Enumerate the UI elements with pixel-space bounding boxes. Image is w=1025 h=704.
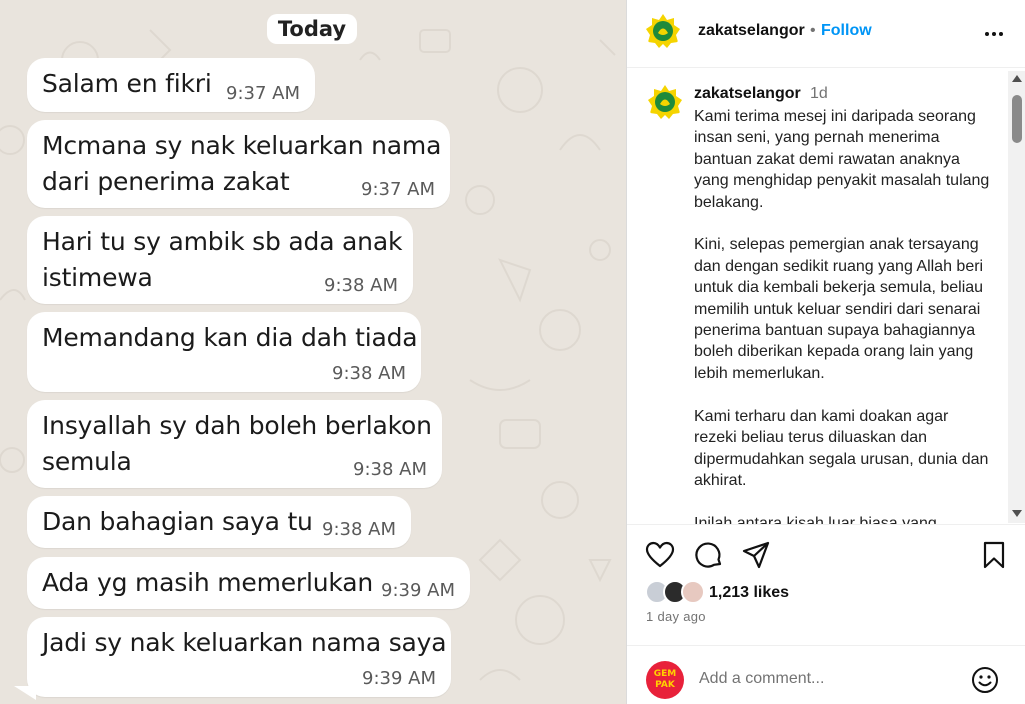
bubble-tail: [14, 686, 36, 700]
message-text: Salam en fikri: [42, 69, 212, 98]
liker-avatar: [681, 580, 705, 604]
scroll-down-arrow-icon[interactable]: [1012, 510, 1022, 517]
caption-username[interactable]: zakatselangor: [694, 85, 801, 103]
more-horizontal-icon[interactable]: [982, 22, 1006, 46]
chat-message: Ada yg masih memerlukan 9:39 AM: [27, 557, 470, 609]
message-text: Memandang kan dia dah tiada: [42, 323, 418, 352]
post-actions: [627, 526, 1025, 582]
date-separator: Today: [267, 14, 357, 44]
caption-scroll-area[interactable]: zakatselangor 1d Kami terima mesej ini d…: [627, 69, 1025, 525]
zakat-selangor-logo-icon[interactable]: [645, 13, 681, 49]
message-time: 9:38 AM: [324, 275, 398, 296]
message-time: 9:38 AM: [332, 363, 406, 384]
caption-text: Kami terima mesej ini daripada seorang i…: [694, 108, 990, 525]
caption-time: 1d: [810, 85, 828, 102]
comment-icon[interactable]: [694, 540, 724, 570]
chat-message: Dan bahagian saya tu 9:38 AM: [27, 496, 411, 548]
likes-row[interactable]: 1,213 likes: [645, 578, 1005, 606]
chat-message: Jadi sy nak keluarkan nama saya 9:39 AM: [27, 617, 451, 697]
likes-count[interactable]: 1,213 likes: [709, 584, 789, 602]
comment-bar: GEM PAK: [627, 645, 1025, 704]
message-time: 9:38 AM: [353, 459, 427, 480]
chat-message: Hari tu sy ambik sb ada anak istimewa 9:…: [27, 216, 413, 304]
chat-message: Insyallah sy dah boleh berlakon semula 9…: [27, 400, 442, 488]
chat-message: Mcmana sy nak keluarkan nama dari peneri…: [27, 120, 450, 208]
chat-message: Salam en fikri 9:37 AM: [27, 58, 315, 112]
chat-screenshot: Today Salam en fikri 9:37 AM Mcmana sy n…: [0, 0, 626, 704]
share-icon[interactable]: [741, 540, 771, 570]
instagram-post-panel: zakatselangor • Follow zakatselangor 1d …: [626, 0, 1025, 704]
message-time: 9:39 AM: [362, 668, 436, 689]
zakat-selangor-logo-icon[interactable]: [647, 84, 683, 120]
chat-message: Memandang kan dia dah tiada 9:38 AM: [27, 312, 421, 392]
caption-scrollbar[interactable]: [1008, 71, 1025, 523]
message-text: Dan bahagian saya tu: [42, 507, 313, 536]
message-text: Jadi sy nak keluarkan nama saya: [42, 628, 447, 657]
message-time: 9:37 AM: [361, 179, 435, 200]
comment-input[interactable]: [699, 670, 949, 688]
post-date: 1 day ago: [646, 609, 706, 624]
scroll-up-arrow-icon[interactable]: [1012, 75, 1022, 82]
post-header: zakatselangor • Follow: [627, 0, 1025, 68]
message-time: 9:38 AM: [322, 519, 396, 540]
message-time: 9:39 AM: [381, 580, 455, 601]
follow-button[interactable]: Follow: [821, 22, 872, 40]
message-text: Ada yg masih memerlukan: [42, 568, 373, 597]
emoji-icon[interactable]: [971, 666, 999, 694]
scroll-thumb[interactable]: [1012, 95, 1022, 143]
post-author-username[interactable]: zakatselangor: [698, 22, 805, 40]
separator-dot: •: [810, 22, 816, 39]
bookmark-icon[interactable]: [979, 540, 1009, 570]
heart-icon[interactable]: [645, 540, 675, 570]
gempak-avatar[interactable]: GEM PAK: [646, 661, 684, 699]
message-time: 9:37 AM: [226, 83, 300, 104]
